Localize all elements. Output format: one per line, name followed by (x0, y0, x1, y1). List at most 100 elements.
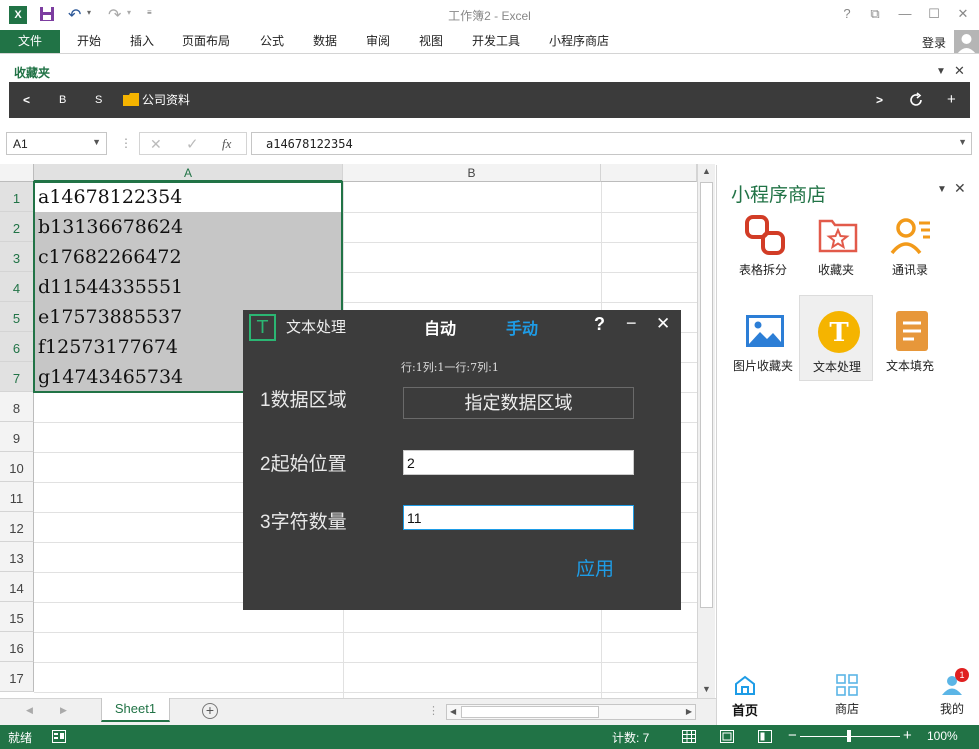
start-position-input[interactable] (403, 450, 634, 475)
tab-page-layout[interactable]: 页面布局 (182, 30, 230, 54)
normal-view-icon[interactable] (682, 730, 696, 746)
window-title: 工作簿2 - Excel (448, 9, 531, 23)
insert-function-icon[interactable]: fx (222, 136, 231, 152)
app-text-processing[interactable]: T 文本处理 (799, 295, 873, 381)
row-header[interactable]: 10 (0, 452, 34, 482)
row-header[interactable]: 3 (0, 242, 34, 272)
vertical-scroll-thumb[interactable] (700, 182, 713, 608)
tab-mini-app-store[interactable]: 小程序商店 (549, 30, 609, 54)
favorites-s-button[interactable]: S (95, 82, 102, 118)
zoom-out-button[interactable]: − (788, 727, 797, 744)
scroll-up-icon[interactable]: ▲ (702, 166, 711, 176)
zoom-slider-thumb[interactable] (847, 730, 851, 742)
row-header[interactable]: 15 (0, 602, 34, 632)
tab-home[interactable]: 开始 (77, 30, 101, 54)
apply-button[interactable]: 应用 (576, 554, 614, 581)
nav-mine[interactable]: 1 我的 (930, 668, 974, 718)
ribbon-display-button[interactable]: ⧉ (863, 4, 887, 24)
row-header[interactable]: 17 (0, 662, 34, 692)
favorites-close-icon[interactable]: ✕ (954, 63, 965, 79)
cancel-icon[interactable]: ✕ (150, 136, 162, 153)
char-count-input[interactable] (403, 505, 634, 530)
help-button[interactable]: ? (835, 4, 859, 24)
column-header-c[interactable] (601, 164, 697, 182)
close-button[interactable]: ✕ (951, 4, 975, 24)
maximize-button[interactable]: ☐ (922, 4, 946, 24)
page-layout-view-icon[interactable] (720, 730, 734, 746)
scroll-down-icon[interactable]: ▼ (702, 684, 711, 694)
enter-icon[interactable]: ✓ (186, 135, 199, 153)
app-text-fill[interactable]: 文本填充 (873, 295, 947, 381)
row-header[interactable]: 5 (0, 302, 34, 332)
mode-auto-tab[interactable]: 自动 (424, 315, 456, 339)
panel-collapse-icon[interactable]: ▼ (937, 184, 947, 195)
user-avatar[interactable] (954, 30, 979, 54)
macro-record-icon[interactable] (52, 730, 66, 746)
tab-file[interactable]: 文件 (0, 30, 60, 54)
specify-range-button[interactable]: 指定数据区域 (403, 387, 634, 419)
dialog-app-icon: T (249, 314, 276, 341)
favorites-collapse-icon[interactable]: ▼ (936, 66, 946, 77)
formula-input[interactable]: a14678122354 ▼ (251, 132, 972, 155)
row-header[interactable]: 14 (0, 572, 34, 602)
nav-mine-label: 我的 (939, 702, 964, 716)
row-header[interactable]: 12 (0, 512, 34, 542)
mode-manual-tab[interactable]: 手动 (506, 315, 538, 339)
zoom-level[interactable]: 100% (927, 729, 958, 743)
zoom-in-button[interactable]: + (903, 727, 912, 744)
dialog-help-button[interactable]: ? (594, 314, 605, 335)
row-header[interactable]: 2 (0, 212, 34, 242)
label-data-range: 1数据区域 (260, 390, 347, 411)
row-header[interactable]: 4 (0, 272, 34, 302)
tab-developer[interactable]: 开发工具 (472, 30, 520, 54)
row-header[interactable]: 8 (0, 392, 34, 422)
sheet-prev-icon[interactable]: ◀ (26, 705, 33, 716)
favorites-b-button[interactable]: B (59, 82, 66, 118)
tab-insert[interactable]: 插入 (130, 30, 154, 54)
favorites-next-button[interactable]: > (876, 82, 883, 118)
minimize-button[interactable]: — (893, 4, 917, 24)
tab-split-handle[interactable]: ⋮ (428, 704, 439, 717)
nav-home[interactable]: 首页 (725, 673, 765, 719)
expand-formula-icon[interactable]: ▼ (958, 137, 967, 147)
row-header[interactable]: 7 (0, 362, 34, 392)
app-image-favorites[interactable]: 图片收藏夹 (726, 295, 800, 381)
add-sheet-button[interactable]: + (202, 703, 218, 719)
tab-view[interactable]: 视图 (419, 30, 443, 54)
row-header[interactable]: 16 (0, 632, 34, 662)
refresh-icon[interactable] (908, 92, 924, 111)
row-header[interactable]: 13 (0, 542, 34, 572)
panel-close-icon[interactable]: ✕ (954, 180, 966, 197)
column-header-a[interactable]: A (34, 164, 343, 182)
favorites-add-button[interactable]: + (947, 82, 956, 118)
row-header[interactable]: 6 (0, 332, 34, 362)
favorites-folder-link[interactable]: 公司资料 (142, 82, 190, 118)
notification-count: 1 (959, 670, 965, 680)
app-contacts[interactable]: 通讯录 (873, 199, 947, 285)
name-box[interactable]: A1 ▼ (6, 132, 107, 155)
scroll-right-icon[interactable]: ▶ (686, 707, 692, 716)
app-favorites[interactable]: 收藏夹 (799, 199, 873, 285)
column-header-b[interactable]: B (343, 164, 601, 182)
horizontal-scrollbar[interactable]: ◀ ▶ (446, 704, 696, 720)
vertical-scrollbar-track[interactable]: ▲ ▼ (697, 164, 715, 698)
row-header[interactable]: 9 (0, 422, 34, 452)
formula-bar-options-icon[interactable]: ⋮ (120, 136, 132, 150)
sheet-next-icon[interactable]: ▶ (60, 705, 67, 716)
row-header[interactable]: 11 (0, 482, 34, 512)
horizontal-scroll-thumb[interactable] (461, 706, 599, 718)
page-break-view-icon[interactable] (758, 730, 772, 746)
dialog-close-button[interactable]: ✕ (656, 314, 670, 334)
row-header[interactable]: 1 (0, 182, 34, 212)
nav-store[interactable]: 商店 (827, 673, 867, 719)
dialog-minimize-button[interactable]: − (626, 313, 637, 334)
tab-data[interactable]: 数据 (313, 30, 337, 54)
tab-formulas[interactable]: 公式 (260, 30, 284, 54)
app-table-split[interactable]: 表格拆分 (726, 199, 800, 285)
favorites-back-button[interactable]: < (23, 82, 30, 118)
sheet-tab-sheet1[interactable]: Sheet1 (101, 698, 170, 722)
select-all-corner[interactable] (0, 164, 34, 182)
tab-review[interactable]: 审阅 (366, 30, 390, 54)
scroll-left-icon[interactable]: ◀ (450, 707, 456, 716)
zoom-slider[interactable] (800, 730, 900, 742)
